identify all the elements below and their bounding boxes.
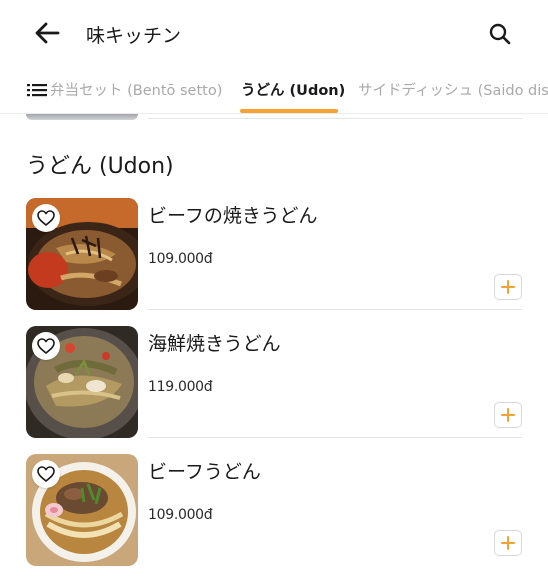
add-to-cart-button[interactable] [494, 274, 522, 300]
heart-outline-icon [37, 210, 55, 226]
favorite-button[interactable] [32, 204, 60, 232]
add-to-cart-button[interactable] [494, 402, 522, 428]
search-icon [489, 23, 511, 45]
add-to-cart-button[interactable] [494, 530, 522, 556]
menu-item[interactable]: ビーフうどん 109.000đ [0, 454, 548, 580]
previous-item-thumbnail-edge [26, 114, 138, 120]
yaki-udon-beef-photo [26, 198, 138, 310]
heart-outline-icon [37, 338, 55, 354]
list-menu-icon [27, 84, 47, 97]
favorite-button[interactable] [32, 332, 60, 360]
item-price: 109.000đ [148, 251, 213, 267]
beef-udon-soup-photo [26, 454, 138, 566]
item-name: ビーフの焼きうどん [148, 205, 318, 227]
menu-item[interactable]: ビーフの焼きうどん 109.000đ [0, 198, 548, 326]
plus-icon [501, 280, 515, 294]
category-tabbar: 弁当セット (Bentō setto) うどん (Udon) サイドディッシュ … [0, 66, 548, 114]
item-price: 119.000đ [148, 379, 213, 395]
plus-icon [501, 408, 515, 422]
divider [148, 437, 522, 438]
divider [148, 309, 522, 310]
tab-side-dish[interactable]: サイドディッシュ (Saido dis [358, 79, 548, 100]
seafood-yaki-udon-photo [26, 326, 138, 438]
arrow-left-icon [35, 22, 60, 44]
plus-icon [501, 536, 515, 550]
tab-bento-setto[interactable]: 弁当セット (Bentō setto) [50, 79, 222, 100]
category-menu-button[interactable] [26, 80, 48, 100]
tab-udon[interactable]: うどん (Udon) [241, 79, 345, 100]
item-name: 海鮮焼きうどん [148, 333, 281, 355]
heart-outline-icon [37, 466, 55, 482]
search-button[interactable] [484, 18, 516, 50]
item-price: 109.000đ [148, 507, 213, 523]
menu-item[interactable]: 海鮮焼きうどん 119.000đ [0, 326, 548, 454]
divider [148, 118, 522, 119]
active-tab-indicator [240, 109, 338, 113]
app-header: 味キッチン [0, 0, 548, 66]
section-title: うどん (Udon) [26, 154, 174, 179]
back-button[interactable] [30, 18, 64, 48]
favorite-button[interactable] [32, 460, 60, 488]
page-title: 味キッチン [86, 25, 182, 47]
item-name: ビーフうどん [148, 461, 261, 483]
